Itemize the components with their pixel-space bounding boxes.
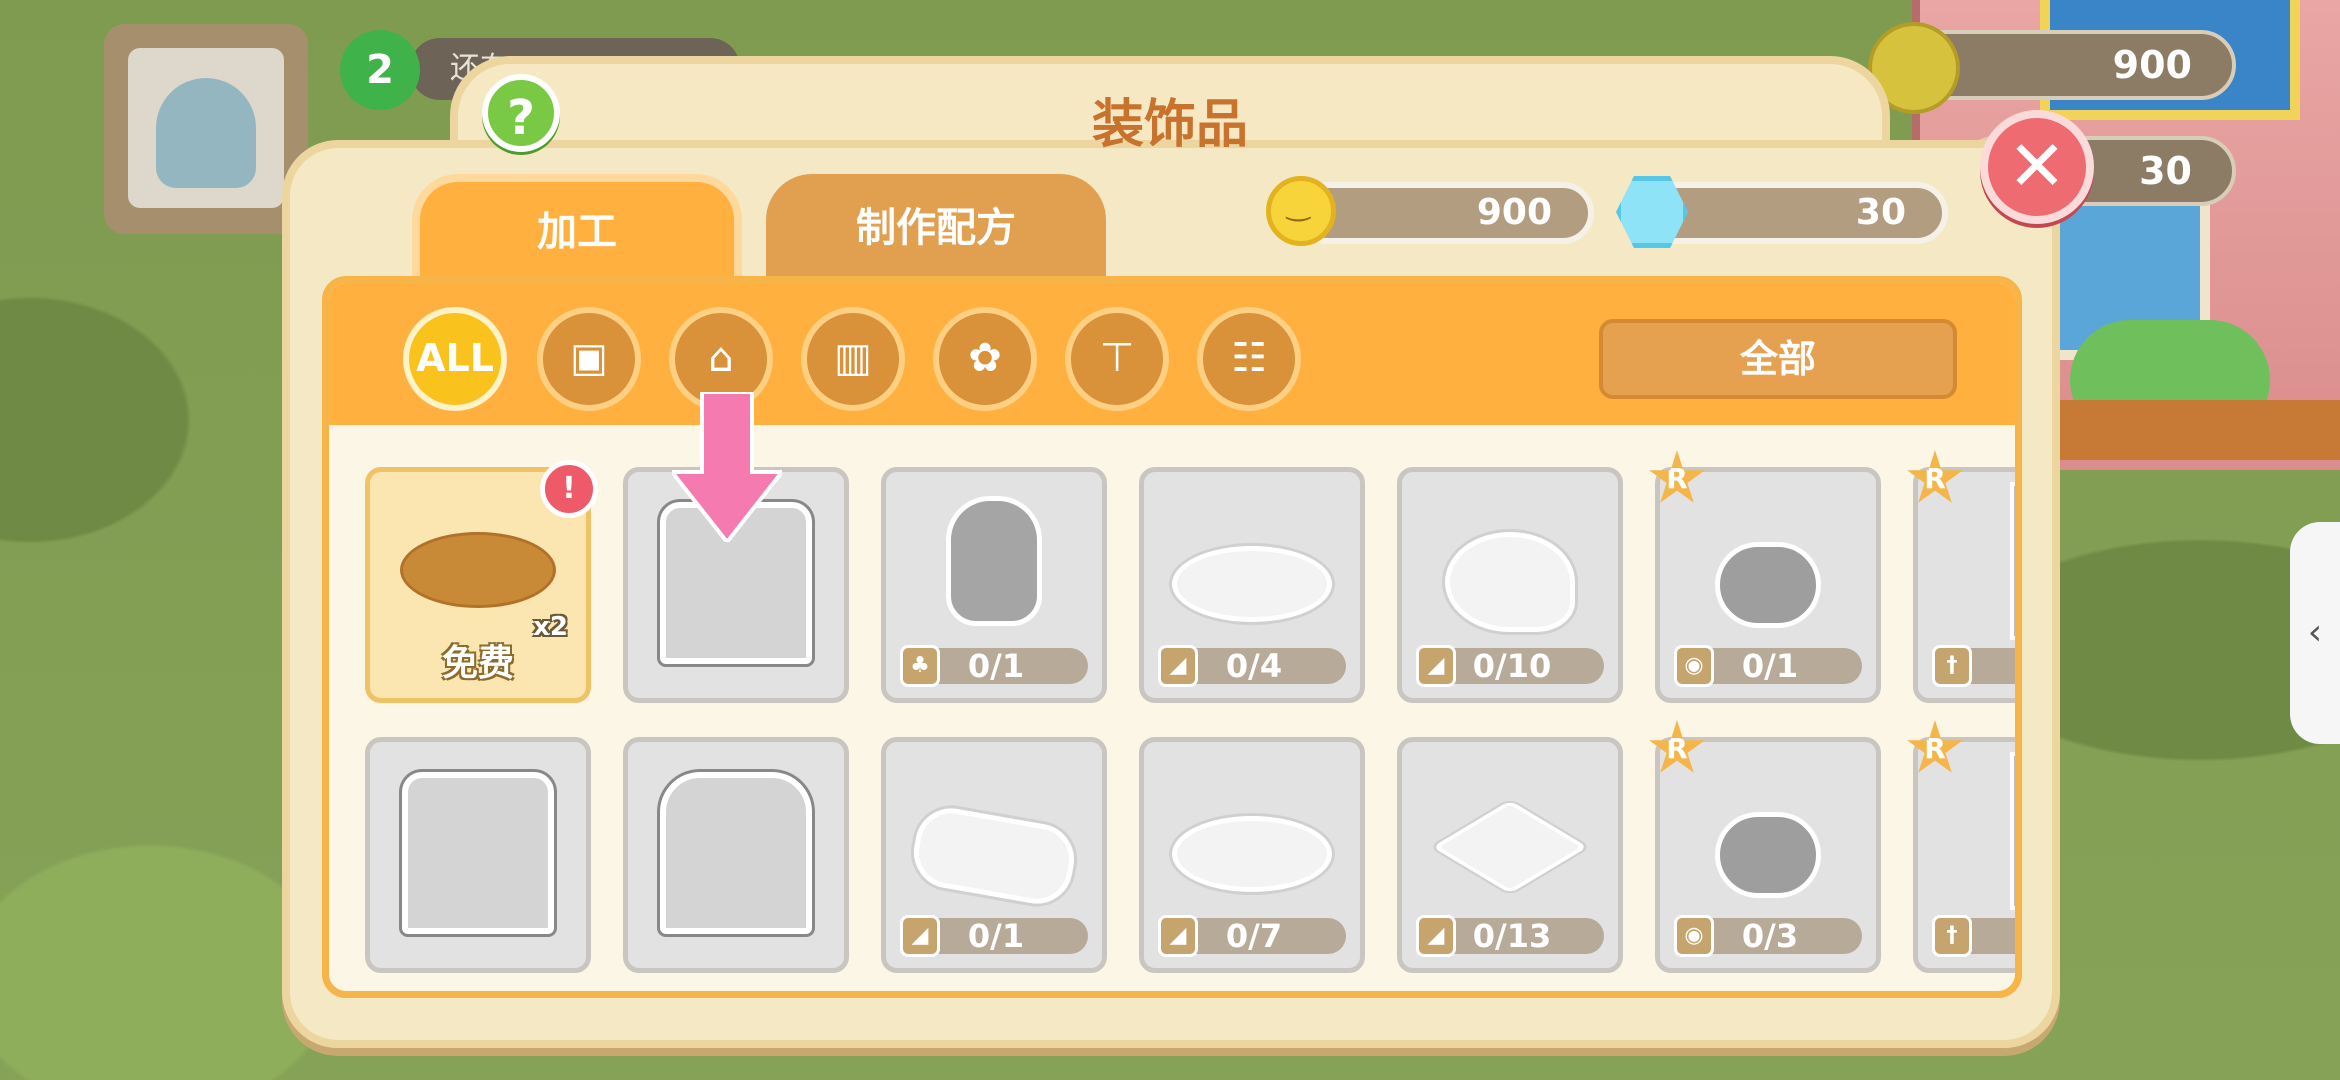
stone-material-icon: ◢ (1158, 915, 1198, 957)
side-panel-handle[interactable]: ‹ (2290, 522, 2340, 744)
long-path-item[interactable]: ◢ 0/1 (881, 737, 1107, 973)
oval-path-item[interactable]: ◢ 0/7 (1139, 737, 1365, 973)
leaf-path-icon (1445, 532, 1575, 632)
tab-crafting[interactable]: 加工 (412, 174, 742, 282)
lamp-material-icon: † (1932, 915, 1972, 957)
cottage-icon (660, 772, 812, 934)
tutorial-arrow-icon (672, 392, 782, 542)
barn-icon (402, 772, 554, 934)
diamond-path-item[interactable]: ◢ 0/13 (1397, 737, 1623, 973)
item-progress: ◉ 0/1 (1674, 645, 1862, 687)
player-avatar[interactable] (104, 24, 308, 234)
item-progress: ◢ 0/7 (1158, 915, 1346, 957)
avatar-character-icon (156, 78, 256, 188)
tree-icon (946, 496, 1042, 626)
oval-path-item[interactable]: ◢ 0/4 (1139, 467, 1365, 703)
free-dirt-item[interactable]: x2 免费 ! (365, 460, 598, 703)
item-progress: ◢ 0/10 (1416, 645, 1604, 687)
item-progress: ◢ 0/1 (900, 915, 1088, 957)
filter-flower-icon[interactable]: ✿ (933, 307, 1037, 411)
lamp-post-icon (2010, 752, 2015, 910)
filter-bar: ALL ▣ ⌂ ▥ ✿ ⊤ ☷ 全部 (329, 283, 2015, 425)
dialog-title: 装饰品 (1091, 95, 1248, 155)
coin-icon (1266, 176, 1336, 246)
rarity-badge: R (1649, 450, 1705, 503)
free-label: 免费 (441, 643, 514, 684)
bush-item[interactable]: ◉ 0/3 R (1649, 720, 1881, 973)
tree-item[interactable]: ♣ 0/1 (881, 467, 1107, 703)
filter-table-icon[interactable]: ⊤ (1065, 307, 1169, 411)
filter-all-button[interactable]: ALL (403, 307, 507, 411)
cottage-item[interactable] (623, 737, 849, 973)
shell-material-icon: ◉ (1674, 915, 1714, 957)
sort-dropdown[interactable]: 全部 (1599, 319, 1957, 399)
oval-path-icon (1172, 546, 1332, 622)
coin-counter: 900 (1296, 182, 1594, 244)
barn-item[interactable] (365, 737, 591, 973)
clover-level-badge: 2 (340, 30, 420, 110)
item-progress: ♣ 0/1 (900, 645, 1088, 687)
item-progress: †0 (1932, 645, 2015, 687)
diamond-path-icon (1432, 800, 1588, 894)
filter-package-icon[interactable]: ▣ (537, 307, 641, 411)
bush-icon (1715, 812, 1821, 898)
item-progress: ◉ 0/3 (1674, 915, 1862, 957)
stone-material-icon: ◢ (1158, 645, 1198, 687)
lamp-item[interactable]: †0 R (1907, 720, 2015, 973)
stone-material-icon: ◢ (900, 915, 940, 957)
item-progress: ◢ 0/4 (1158, 645, 1346, 687)
shell-material-icon: ◉ (1674, 645, 1714, 687)
rarity-badge: R (1907, 450, 1963, 503)
rarity-badge: R (1649, 720, 1705, 773)
item-progress: †0 (1932, 915, 2015, 957)
bush-icon (1715, 542, 1821, 628)
long-path-icon (908, 802, 1080, 910)
leaf-path-item[interactable]: ◢ 0/10 (1397, 467, 1623, 703)
tab-recipes[interactable]: 制作配方 (766, 174, 1106, 282)
close-button[interactable]: ✕ (1980, 110, 2094, 224)
stone-material-icon: ◢ (1416, 645, 1456, 687)
lamp-material-icon: † (1932, 645, 1972, 687)
filter-fence-icon[interactable]: ☷ (1197, 307, 1301, 411)
dirt-patch-icon (400, 532, 556, 608)
oval-path-icon (1172, 816, 1332, 892)
lamp-item[interactable]: †0 R (1907, 450, 2015, 703)
help-button[interactable]: ? (482, 74, 560, 152)
tree-material-icon: ♣ (900, 645, 940, 687)
rarity-badge: R (1907, 720, 1963, 773)
bush-item[interactable]: ◉ 0/1 R (1649, 450, 1881, 703)
filter-shop-icon[interactable]: ▥ (801, 307, 905, 411)
lamp-post-icon (2010, 482, 2015, 640)
item-panel: ALL ▣ ⌂ ▥ ✿ ⊤ ☷ 全部 x2 免费 ! ♣ 0/1 ◢ 0/4 ◢ 0/… (322, 276, 2022, 998)
stone-material-icon: ◢ (1416, 915, 1456, 957)
item-progress: ◢ 0/13 (1416, 915, 1604, 957)
alert-badge: ! (540, 460, 598, 518)
